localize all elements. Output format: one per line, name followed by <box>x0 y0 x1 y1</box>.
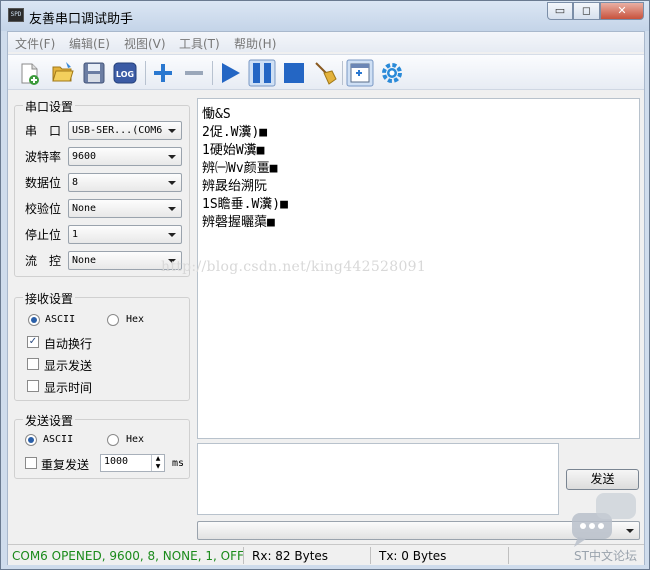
receive-line: 2促.W瀵)■ <box>202 125 268 140</box>
watermark-text: http://blog.csdn.net/king442528091 <box>161 259 427 275</box>
stepper-down-icon[interactable]: ▼ <box>151 463 164 471</box>
interval-value: 1000 <box>104 456 129 467</box>
baud-rate-value: 9600 <box>72 151 97 162</box>
chevron-down-icon <box>168 181 176 185</box>
interval-stepper[interactable]: 1000 ▲ ▼ <box>100 454 165 472</box>
broom-clear-icon[interactable] <box>311 59 339 87</box>
log-icon[interactable]: LOG <box>111 59 139 87</box>
send-hex-label: Hex <box>126 434 145 445</box>
new-file-icon[interactable] <box>16 59 44 87</box>
toolbar-separator <box>342 61 343 85</box>
chevron-down-icon <box>168 129 176 133</box>
status-divider <box>370 547 371 564</box>
tx-count: Tx: 0 Bytes <box>379 549 447 563</box>
port-select[interactable]: USB-SER...(COM6 <box>68 121 182 140</box>
status-divider <box>508 547 509 564</box>
send-ascii-radio[interactable] <box>25 434 37 446</box>
flow-control-label: 流 控 <box>25 254 62 268</box>
serial-settings-title: 串口设置 <box>23 98 76 115</box>
toolbar-separator <box>145 61 146 85</box>
open-folder-icon[interactable] <box>48 59 76 87</box>
save-icon[interactable] <box>80 59 108 87</box>
receive-settings-title: 接收设置 <box>23 290 76 307</box>
serial-settings-group: 串口设置 串 口 USB-SER...(COM6 波特率 9600 数据位 8 … <box>14 98 190 277</box>
stop-icon[interactable] <box>280 59 308 87</box>
app-icon: SPD <box>8 8 24 22</box>
port-value: USB-SER...(COM6 <box>72 125 163 136</box>
receive-line: 1S瞻垂.W瀵)■ <box>202 197 288 212</box>
forum-logo-text: ST中文论坛 <box>574 549 637 563</box>
send-button[interactable]: 发送 <box>566 469 639 490</box>
baud-rate-label: 波特率 <box>25 150 62 164</box>
data-bits-select[interactable]: 8 <box>68 173 182 192</box>
stop-bits-value: 1 <box>72 229 79 240</box>
show-send-checkbox[interactable] <box>27 358 39 370</box>
toolbar: LOG <box>8 54 644 90</box>
menu-view[interactable]: 视图(V) <box>124 35 166 52</box>
auto-wrap-checkbox[interactable]: ✓ <box>27 336 39 348</box>
menu-bar: 文件(F) 编辑(E) 视图(V) 工具(T) 帮助(H) <box>8 32 644 52</box>
connection-status: COM6 OPENED, 9600, 8, NONE, 1, OFF <box>12 549 244 563</box>
data-bits-value: 8 <box>72 177 79 188</box>
window-layout-icon[interactable] <box>346 59 374 87</box>
show-send-label: 显示发送 <box>44 359 93 373</box>
receive-hex-radio[interactable] <box>107 314 119 326</box>
send-hex-radio[interactable] <box>107 434 119 446</box>
settings-gear-icon[interactable] <box>378 59 406 87</box>
receive-line: 辨晸绐溯阮 <box>202 179 268 194</box>
remove-icon[interactable] <box>180 59 208 87</box>
status-divider <box>243 547 244 564</box>
chevron-down-icon <box>168 207 176 211</box>
menu-edit[interactable]: 编辑(E) <box>69 35 110 52</box>
minimize-button[interactable]: ▭ <box>547 2 573 20</box>
receive-settings-group: 接收设置 ASCII Hex ✓ 自动换行 显示发送 显示时间 <box>14 290 190 401</box>
parity-label: 校验位 <box>25 202 62 216</box>
menu-file[interactable]: 文件(F) <box>15 35 55 52</box>
app-window: SPD 友善串口调试助手 ▭ ◻ ✕ 文件(F) 编辑(E) 视图(V) 工具(… <box>0 0 650 570</box>
close-button[interactable]: ✕ <box>600 2 644 20</box>
flow-control-value: None <box>72 255 97 266</box>
add-icon[interactable] <box>149 59 177 87</box>
toolbar-separator <box>212 61 213 85</box>
show-time-checkbox[interactable] <box>27 380 39 392</box>
stop-bits-select[interactable]: 1 <box>68 225 182 244</box>
send-settings-title: 发送设置 <box>23 412 76 429</box>
window-title: 友善串口调试助手 <box>29 12 134 27</box>
status-bar: COM6 OPENED, 9600, 8, NONE, 1, OFF Rx: 8… <box>8 544 644 565</box>
send-text-area[interactable] <box>197 443 559 515</box>
interval-unit-label: ms <box>172 458 185 469</box>
parity-select[interactable]: None <box>68 199 182 218</box>
stepper-up-icon[interactable]: ▲ <box>151 455 164 463</box>
auto-wrap-label: 自动换行 <box>44 337 93 351</box>
data-bits-label: 数据位 <box>25 176 62 190</box>
receive-ascii-label: ASCII <box>45 314 76 325</box>
chevron-down-icon <box>168 155 176 159</box>
menu-tools[interactable]: 工具(T) <box>179 35 220 52</box>
maximize-button[interactable]: ◻ <box>573 2 600 20</box>
receive-line: 辨磬握曬蕖■ <box>202 215 275 230</box>
stop-bits-label: 停止位 <box>25 228 62 242</box>
log-label: LOG <box>116 70 134 79</box>
send-settings-group: 发送设置 ASCII Hex 重复发送 1000 ▲ ▼ ms <box>14 412 190 479</box>
show-time-label: 显示时间 <box>44 381 93 395</box>
receive-ascii-radio[interactable] <box>28 314 40 326</box>
rx-count: Rx: 82 Bytes <box>252 549 329 563</box>
title-bar[interactable]: SPD 友善串口调试助手 ▭ ◻ ✕ <box>1 1 649 31</box>
pause-icon[interactable] <box>248 59 276 87</box>
chevron-down-icon <box>168 233 176 237</box>
repeat-send-label: 重复发送 <box>41 458 90 472</box>
play-icon[interactable] <box>216 59 244 87</box>
receive-hex-label: Hex <box>126 314 145 325</box>
client-area: 文件(F) 编辑(E) 视图(V) 工具(T) 帮助(H) LOG 串口设置 串… <box>7 31 645 565</box>
baud-rate-select[interactable]: 9600 <box>68 147 182 166</box>
receive-line: 辨㈠Wv颜畺■ <box>202 161 278 176</box>
port-label: 串 口 <box>25 124 62 138</box>
receive-line: 慟&S <box>202 107 231 122</box>
parity-value: None <box>72 203 97 214</box>
receive-line: 1硬始W瀵■ <box>202 143 265 158</box>
repeat-send-checkbox[interactable] <box>25 457 37 469</box>
send-ascii-label: ASCII <box>43 434 74 445</box>
menu-help[interactable]: 帮助(H) <box>234 35 276 52</box>
